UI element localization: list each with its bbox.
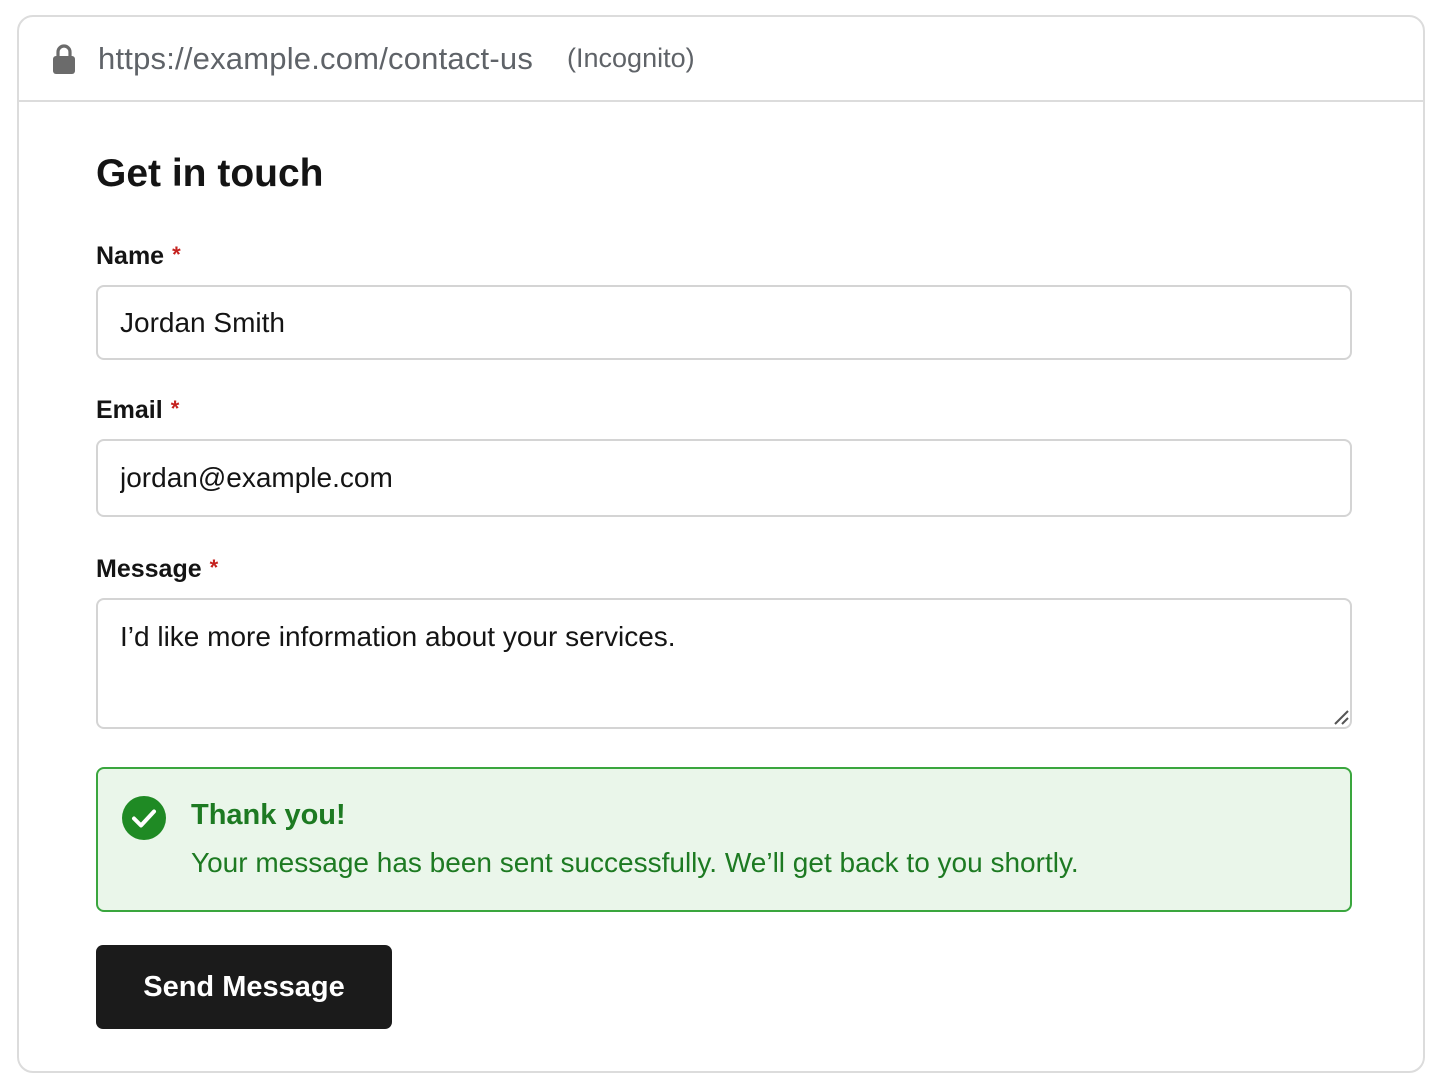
success-message: Your message has been sent successfully.… — [191, 847, 1079, 878]
success-alert: Thank you! Your message has been sent su… — [96, 767, 1352, 912]
check-circle-icon — [122, 796, 166, 840]
name-label: Name * — [96, 242, 181, 271]
browser-window: https://example.com/contact-us (Incognit… — [17, 15, 1425, 1073]
required-marker: * — [170, 396, 180, 421]
lock-icon — [53, 43, 75, 74]
required-marker: * — [172, 242, 181, 267]
incognito-label: (Incognito) — [567, 43, 695, 73]
name-input[interactable] — [96, 285, 1352, 360]
email-label-text: Email — [96, 396, 163, 424]
page-title: Get in touch — [96, 152, 324, 195]
name-label-text: Name — [96, 242, 165, 270]
resize-handle-icon[interactable] — [1332, 708, 1350, 726]
message-textarea[interactable]: I’d like more information about your ser… — [96, 598, 1352, 729]
url-text[interactable]: https://example.com/contact-us — [98, 41, 533, 77]
email-label: Email * — [96, 396, 179, 425]
email-input[interactable] — [96, 439, 1352, 517]
required-marker: * — [209, 555, 219, 580]
message-label-text: Message — [96, 555, 202, 583]
success-title: Thank you! — [191, 799, 346, 831]
message-label: Message * — [96, 555, 218, 584]
address-bar[interactable]: https://example.com/contact-us (Incognit… — [19, 17, 1423, 102]
send-message-button[interactable]: Send Message — [96, 945, 392, 1029]
message-field-wrapper: I’d like more information about your ser… — [96, 598, 1352, 729]
